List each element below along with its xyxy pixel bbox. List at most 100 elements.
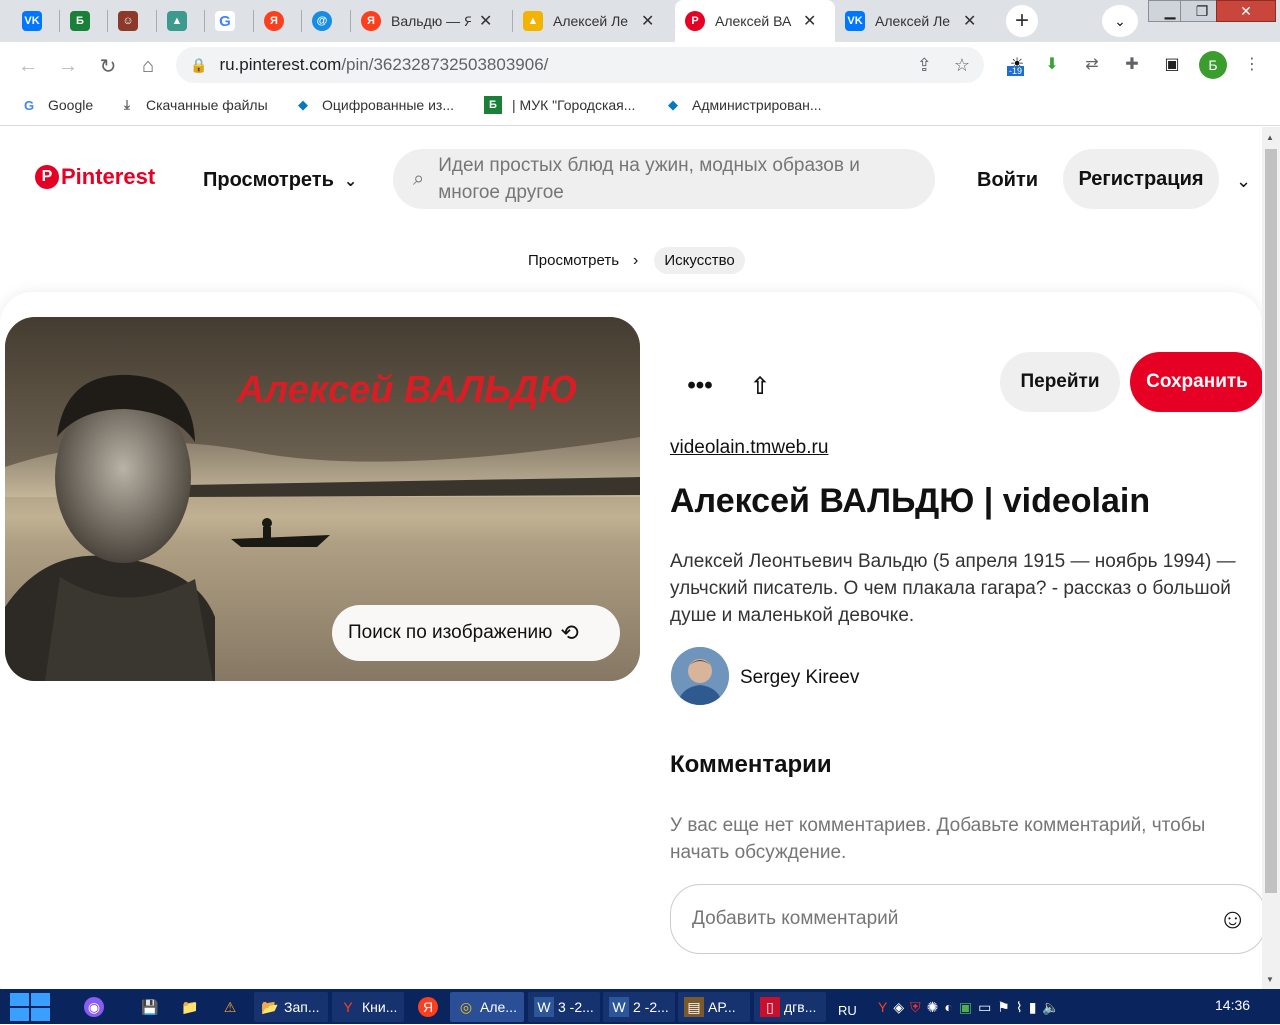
pinterest-icon: P — [685, 11, 705, 31]
share-icon[interactable]: ⇪ — [917, 55, 932, 76]
pinterest-logo[interactable]: P Pinterest — [35, 164, 155, 190]
back-arrow-icon[interactable]: ← — [14, 52, 42, 80]
home-icon[interactable]: ⌂ — [134, 52, 162, 80]
url-host: ru.pinterest.com — [219, 55, 342, 74]
tab-image[interactable]: ▲ Алексей Ле ✕ — [513, 0, 675, 42]
network-icon[interactable]: ⌇ — [1016, 999, 1029, 1016]
yandex-tray-icon[interactable]: Y — [878, 999, 893, 1015]
tab-vk[interactable]: VK — [12, 0, 60, 42]
scrollbar-thumb[interactable] — [1265, 149, 1277, 893]
profile-avatar[interactable]: Б — [1199, 51, 1227, 79]
taskbar-item-folder[interactable]: 📂 Зап... — [254, 992, 328, 1022]
tab-valdyu-yandex[interactable]: Я Вальдю — Я ✕ — [351, 0, 513, 42]
tray-icons[interactable]: Y ◈ ⛨ ✺ ◐ ▣ ▭ ⚑ ⌇ ▮ 🔈 — [872, 992, 1072, 1022]
tab-pinterest[interactable]: P Алексей ВА ✕ — [675, 0, 835, 42]
taskbar-item-chrome[interactable]: ◎ Але... — [450, 992, 524, 1022]
bookmark-downloads[interactable]: ⤓ Скачанные файлы — [118, 96, 268, 114]
save-button[interactable]: Сохранить — [1130, 352, 1262, 412]
volume-icon[interactable]: 🔈 — [1042, 999, 1065, 1016]
breadcrumb-explore[interactable]: Просмотреть — [528, 252, 619, 269]
menu-dots-icon[interactable]: ⋮ — [1240, 52, 1264, 76]
comments-heading: Комментарии — [670, 751, 832, 778]
comment-input[interactable]: Добавить комментарий ☺ — [670, 884, 1262, 954]
explore-menu[interactable]: Просмотреть ⌄ — [203, 169, 357, 192]
taskbar-item-archive[interactable]: ▤ АР... — [678, 992, 750, 1022]
tab-strip: VK Б ☺ ▲ G Я @ Я Вальдю — Я ✕ ▲ Алексей Ле ✕… — [0, 0, 1280, 42]
taskbar-item-word-2[interactable]: W2 -2... — [603, 992, 675, 1022]
chevron-down-icon[interactable]: ⌄ — [1236, 171, 1251, 192]
signal-icon[interactable]: ▮ — [1029, 999, 1043, 1016]
author-name[interactable]: Sergey Kireev — [740, 667, 859, 689]
avatar[interactable] — [671, 647, 729, 705]
taskbar-item-yandex[interactable]: Я — [412, 992, 448, 1022]
monitor-icon[interactable]: ▭ — [978, 999, 997, 1016]
portrait-icon: ☺ — [118, 11, 138, 31]
address-bar[interactable]: 🔒 ru.pinterest.com/pin/36232873250380390… — [176, 47, 984, 83]
tray-app-icon[interactable]: ◈ — [893, 999, 910, 1016]
taskbar-item-word-1[interactable]: W3 -2... — [528, 992, 600, 1022]
tab-b[interactable]: Б — [60, 0, 108, 42]
chrome-icon: ◎ — [459, 998, 473, 1015]
login-button[interactable]: Войти — [977, 169, 1038, 192]
explorer-icon[interactable]: 📁 — [174, 992, 210, 1022]
tab-google[interactable]: G — [205, 0, 254, 42]
tab-vk-2[interactable]: VK Алексей Ле ✕ — [835, 0, 997, 42]
b-green-icon: Б — [70, 11, 90, 31]
bookmark-star-icon[interactable]: ☆ — [954, 55, 970, 76]
weather-extension-icon[interactable]: ☀ -19 — [1005, 52, 1029, 76]
translate-extension-icon[interactable]: ⇄ — [1080, 52, 1104, 76]
share-icon[interactable]: ⇧ — [736, 362, 784, 410]
source-link[interactable]: videolain.tmweb.ru — [670, 437, 828, 459]
bookmark-google[interactable]: G Google — [20, 96, 93, 114]
close-icon[interactable]: ✕ — [479, 11, 492, 31]
tray-app-icon[interactable]: ▣ — [959, 999, 978, 1016]
download-extension-icon[interactable]: ⬇ — [1040, 52, 1064, 76]
close-icon[interactable]: ✕ — [803, 11, 816, 31]
tab-portrait[interactable]: ☺ — [108, 0, 157, 42]
scroll-down-icon[interactable]: ▼ — [1266, 975, 1274, 984]
new-tab-button[interactable]: + — [1006, 5, 1038, 37]
bookmark-admin[interactable]: ◆ Администрирован... — [664, 96, 822, 114]
vk-icon: VK — [22, 11, 42, 31]
side-panel-icon[interactable]: ▣ — [1160, 52, 1184, 76]
taskbar-item-yabrowser[interactable]: Y Кни... — [332, 992, 404, 1022]
emoji-icon[interactable]: ☺ — [1218, 903, 1247, 935]
page-scrollbar[interactable]: ▲ ▼ — [1262, 127, 1280, 989]
language-indicator[interactable]: RU — [832, 995, 863, 1025]
visit-button[interactable]: Перейти — [1000, 352, 1120, 412]
image-overlay-title: Алексей ВАЛЬДЮ — [237, 369, 578, 411]
bookmarks-bar: G Google ⤓ Скачанные файлы ◆ Оцифрованные и… — [0, 88, 1280, 126]
tab-yandex[interactable]: Я — [254, 0, 302, 42]
tab-mail[interactable]: @ — [302, 0, 351, 42]
breadcrumb-art[interactable]: Искусство — [654, 247, 745, 274]
save-disk-icon[interactable]: 💾 — [134, 992, 170, 1022]
scroll-up-icon[interactable]: ▲ — [1266, 133, 1274, 142]
search-input[interactable]: ⌕ Идеи простых блюд на ужин, модных обра… — [393, 149, 935, 209]
tab-search-button[interactable]: ⌄ — [1102, 5, 1138, 37]
clock[interactable]: 14:36 — [1215, 997, 1250, 1013]
close-window-button[interactable]: ✕ — [1216, 0, 1276, 22]
reload-icon[interactable]: ↻ — [94, 52, 122, 80]
pinterest-page: P Pinterest Просмотреть ⌄ ⌕ Идеи простых б… — [0, 127, 1262, 989]
close-icon[interactable]: ✕ — [641, 11, 654, 31]
bookmark-digitized[interactable]: ◆ Оцифрованные из... — [294, 96, 454, 114]
close-icon[interactable]: ✕ — [963, 11, 976, 31]
search-placeholder: Идеи простых блюд на ужин, модных образо… — [438, 155, 860, 203]
start-windows-icon[interactable] — [10, 993, 50, 1021]
alice-icon[interactable]: ◉ — [78, 992, 114, 1022]
more-options-icon[interactable]: ••• — [676, 362, 724, 410]
b-green-icon: Б — [484, 96, 502, 114]
signup-button[interactable]: Регистрация — [1063, 149, 1219, 209]
tray-app-icon[interactable]: ◐ — [944, 999, 958, 1015]
visual-search-button[interactable]: Поиск по изображению ⟲ — [332, 605, 620, 661]
taskbar-item-pdf[interactable]: ▯ дгв... — [754, 992, 826, 1022]
shield-icon[interactable]: ⛨ — [910, 999, 927, 1016]
forward-arrow-icon[interactable]: → — [54, 52, 82, 80]
tab-landscape[interactable]: ▲ — [157, 0, 205, 42]
flag-icon[interactable]: ⚑ — [997, 999, 1016, 1016]
extensions-puzzle-icon[interactable]: ✚ — [1120, 52, 1144, 76]
tray-app-icon[interactable]: ✺ — [927, 999, 945, 1016]
bookmark-muk[interactable]: Б | МУК "Городская... — [484, 96, 635, 114]
avast-icon[interactable]: ⚠ — [214, 992, 250, 1022]
image-icon: ▲ — [523, 11, 543, 31]
